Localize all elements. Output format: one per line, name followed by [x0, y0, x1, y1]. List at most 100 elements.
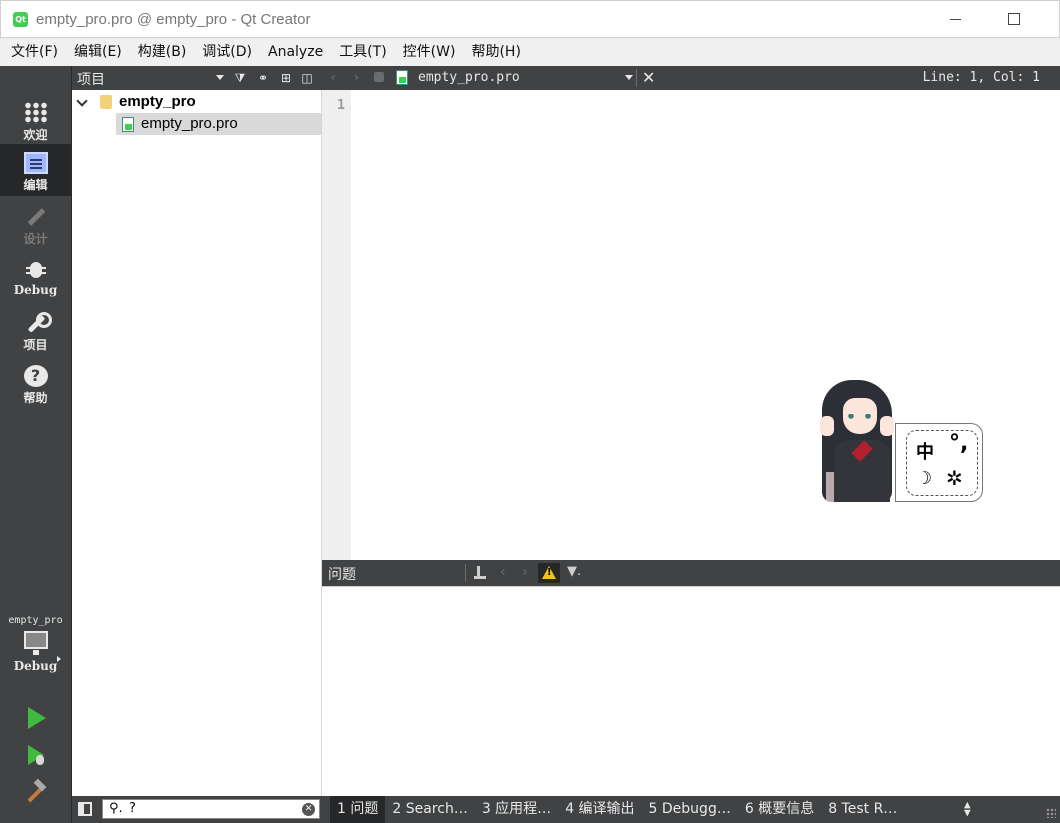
ime-chinese-mode-button[interactable]: 中 [916, 438, 934, 464]
mode-selector-sidebar: 欢迎 编辑 设计 Debug 项目 ? 帮助 empty_pro Debug [0, 66, 72, 823]
pro-file-icon [122, 117, 134, 132]
title-bar: Qt empty_pro.pro @ empty_pro - Qt Creato… [0, 0, 1060, 38]
link-icon[interactable]: ⚭ [256, 71, 270, 85]
filter-icon[interactable]: ▼. [567, 564, 581, 579]
edit-document-icon [23, 152, 48, 174]
tab-general-messages[interactable]: 6 概要信息 [738, 796, 821, 823]
cursor-position-label[interactable]: Line: 1, Col: 1 [923, 70, 1040, 85]
run-button[interactable] [26, 707, 46, 729]
locator-text: ? [129, 801, 136, 816]
lock-icon[interactable] [374, 72, 384, 82]
moon-icon[interactable]: ☽ [916, 468, 932, 489]
help-icon: ? [23, 365, 48, 387]
project-folder-icon [100, 95, 112, 109]
mode-label: 编辑 [23, 178, 48, 192]
expand-arrow-icon [57, 656, 61, 662]
go-forward-icon[interactable]: › [352, 70, 360, 86]
tab-issues[interactable]: 1 问题 [330, 796, 386, 823]
filter-icon[interactable]: ⧩ [233, 71, 247, 85]
tab-compile-output[interactable]: 4 编译输出 [558, 796, 641, 823]
pro-file-icon [396, 70, 408, 85]
split-icon[interactable]: ⊞ [279, 71, 293, 85]
monitor-icon [23, 631, 48, 655]
toggle-sidebar-icon[interactable] [78, 802, 92, 816]
mode-label: 项目 [23, 338, 48, 352]
chevron-down-icon[interactable] [76, 95, 88, 107]
kit-target-selector[interactable]: empty_pro Debug [0, 606, 71, 688]
editor-toolbar: ‹ › empty_pro.pro ✕ Line: 1, Col: 1 [322, 66, 1060, 90]
minimize-button[interactable] [941, 10, 971, 30]
issues-pane-toolbar: 问题 ‹ › ▼. [322, 560, 1060, 586]
toolbar-divider [636, 69, 637, 87]
mode-design[interactable]: 设计 [0, 198, 71, 250]
project-tree: empty_pro empty_pro.pro [72, 90, 322, 796]
tab-test-results[interactable]: 8 Test R… [821, 796, 904, 823]
close-document-icon[interactable]: ✕ [642, 68, 655, 87]
tree-item-label: empty_pro [119, 93, 196, 110]
mode-welcome[interactable]: 欢迎 [0, 94, 71, 146]
mode-label: Debug [13, 283, 58, 297]
next-item-icon[interactable]: › [522, 564, 528, 580]
status-bar: ⚲. ? ✕ 1 问题 2 Search… 3 应用程… 4 编译输出 5 De… [72, 796, 1060, 823]
start-debugging-button[interactable] [26, 745, 46, 767]
mode-projects[interactable]: 项目 [0, 304, 71, 356]
menu-debug[interactable]: 调试(D) [194, 38, 260, 66]
pencil-icon [24, 206, 48, 228]
view-selector-combo[interactable]: 项目 [77, 69, 105, 89]
close-pane-icon[interactable]: ◫ [300, 71, 314, 85]
ime-panel: 中 °, ☽ ✲ [895, 423, 983, 502]
issues-pane-title: 问题 [328, 567, 356, 583]
menu-tools[interactable]: 工具(T) [331, 38, 394, 66]
menu-bar: 文件(F) 编辑(E) 构建(B) 调试(D) Analyze 工具(T) 控件… [0, 38, 1060, 66]
tree-item-label: empty_pro.pro [141, 115, 238, 132]
illustration-eyes [848, 414, 872, 419]
warning-filter-icon[interactable] [538, 563, 560, 583]
locator-input[interactable]: ⚲. ? ✕ [102, 799, 320, 819]
resize-grip-icon[interactable] [1046, 808, 1056, 818]
chevron-down-icon[interactable] [216, 75, 224, 80]
menu-analyze[interactable]: Analyze [260, 38, 331, 66]
window-title: empty_pro.pro @ empty_pro - Qt Creator [36, 11, 311, 28]
menu-help[interactable]: 帮助(H) [463, 38, 528, 66]
output-pane-tabs: 1 问题 2 Search… 3 应用程… 4 编译输出 5 Debugg… 6… [330, 796, 904, 823]
mode-debug[interactable]: Debug [0, 251, 71, 303]
previous-item-icon[interactable]: ‹ [500, 564, 506, 580]
mode-label: 设计 [23, 232, 48, 246]
tab-search-results[interactable]: 2 Search… [385, 796, 474, 823]
line-number: 1 [337, 98, 345, 113]
grid-icon [23, 102, 48, 124]
menu-file[interactable]: 文件(F) [3, 38, 66, 66]
build-hammer-button[interactable] [26, 782, 46, 804]
clear-broom-icon[interactable] [474, 566, 486, 579]
menu-widgets[interactable]: 控件(W) [395, 38, 464, 66]
target-project-name: empty_pro [8, 615, 63, 626]
open-document-combo[interactable]: empty_pro.pro [418, 70, 520, 85]
search-icon: ⚲. [109, 801, 123, 816]
wrench-icon [24, 312, 52, 334]
menu-build[interactable]: 构建(B) [130, 38, 195, 66]
maximize-button[interactable] [1001, 10, 1031, 30]
issues-list[interactable] [322, 586, 1060, 796]
illustration-hand [880, 416, 894, 436]
clear-icon[interactable]: ✕ [302, 803, 315, 816]
chevron-down-icon[interactable] [625, 75, 633, 80]
line-number-gutter: 1 [322, 90, 351, 560]
ime-floating-toolbar[interactable]: 中 °, ☽ ✲ [800, 380, 985, 505]
illustration-hand [820, 416, 834, 436]
project-pane-toolbar: 项目 ⧩ ⚭ ⊞ ◫ [72, 66, 322, 90]
up-down-arrows-icon[interactable]: ▲ ▼ [964, 799, 971, 818]
tree-item-project[interactable]: empty_pro [72, 91, 322, 113]
qt-creator-logo-icon: Qt [13, 12, 28, 27]
mode-label: 帮助 [23, 391, 48, 405]
gear-icon[interactable]: ✲ [946, 466, 963, 490]
bug-icon [24, 259, 48, 281]
mode-help[interactable]: ? 帮助 [0, 357, 71, 409]
tab-application-output[interactable]: 3 应用程… [475, 796, 558, 823]
tree-item-file[interactable]: empty_pro.pro [116, 113, 321, 135]
mode-edit[interactable]: 编辑 [0, 144, 71, 196]
mode-label: 欢迎 [23, 128, 48, 142]
tab-debugger-console[interactable]: 5 Debugg… [642, 796, 738, 823]
menu-edit[interactable]: 编辑(E) [66, 38, 130, 66]
go-back-icon[interactable]: ‹ [329, 70, 337, 86]
ime-punctuation-button[interactable]: °, [949, 431, 968, 456]
